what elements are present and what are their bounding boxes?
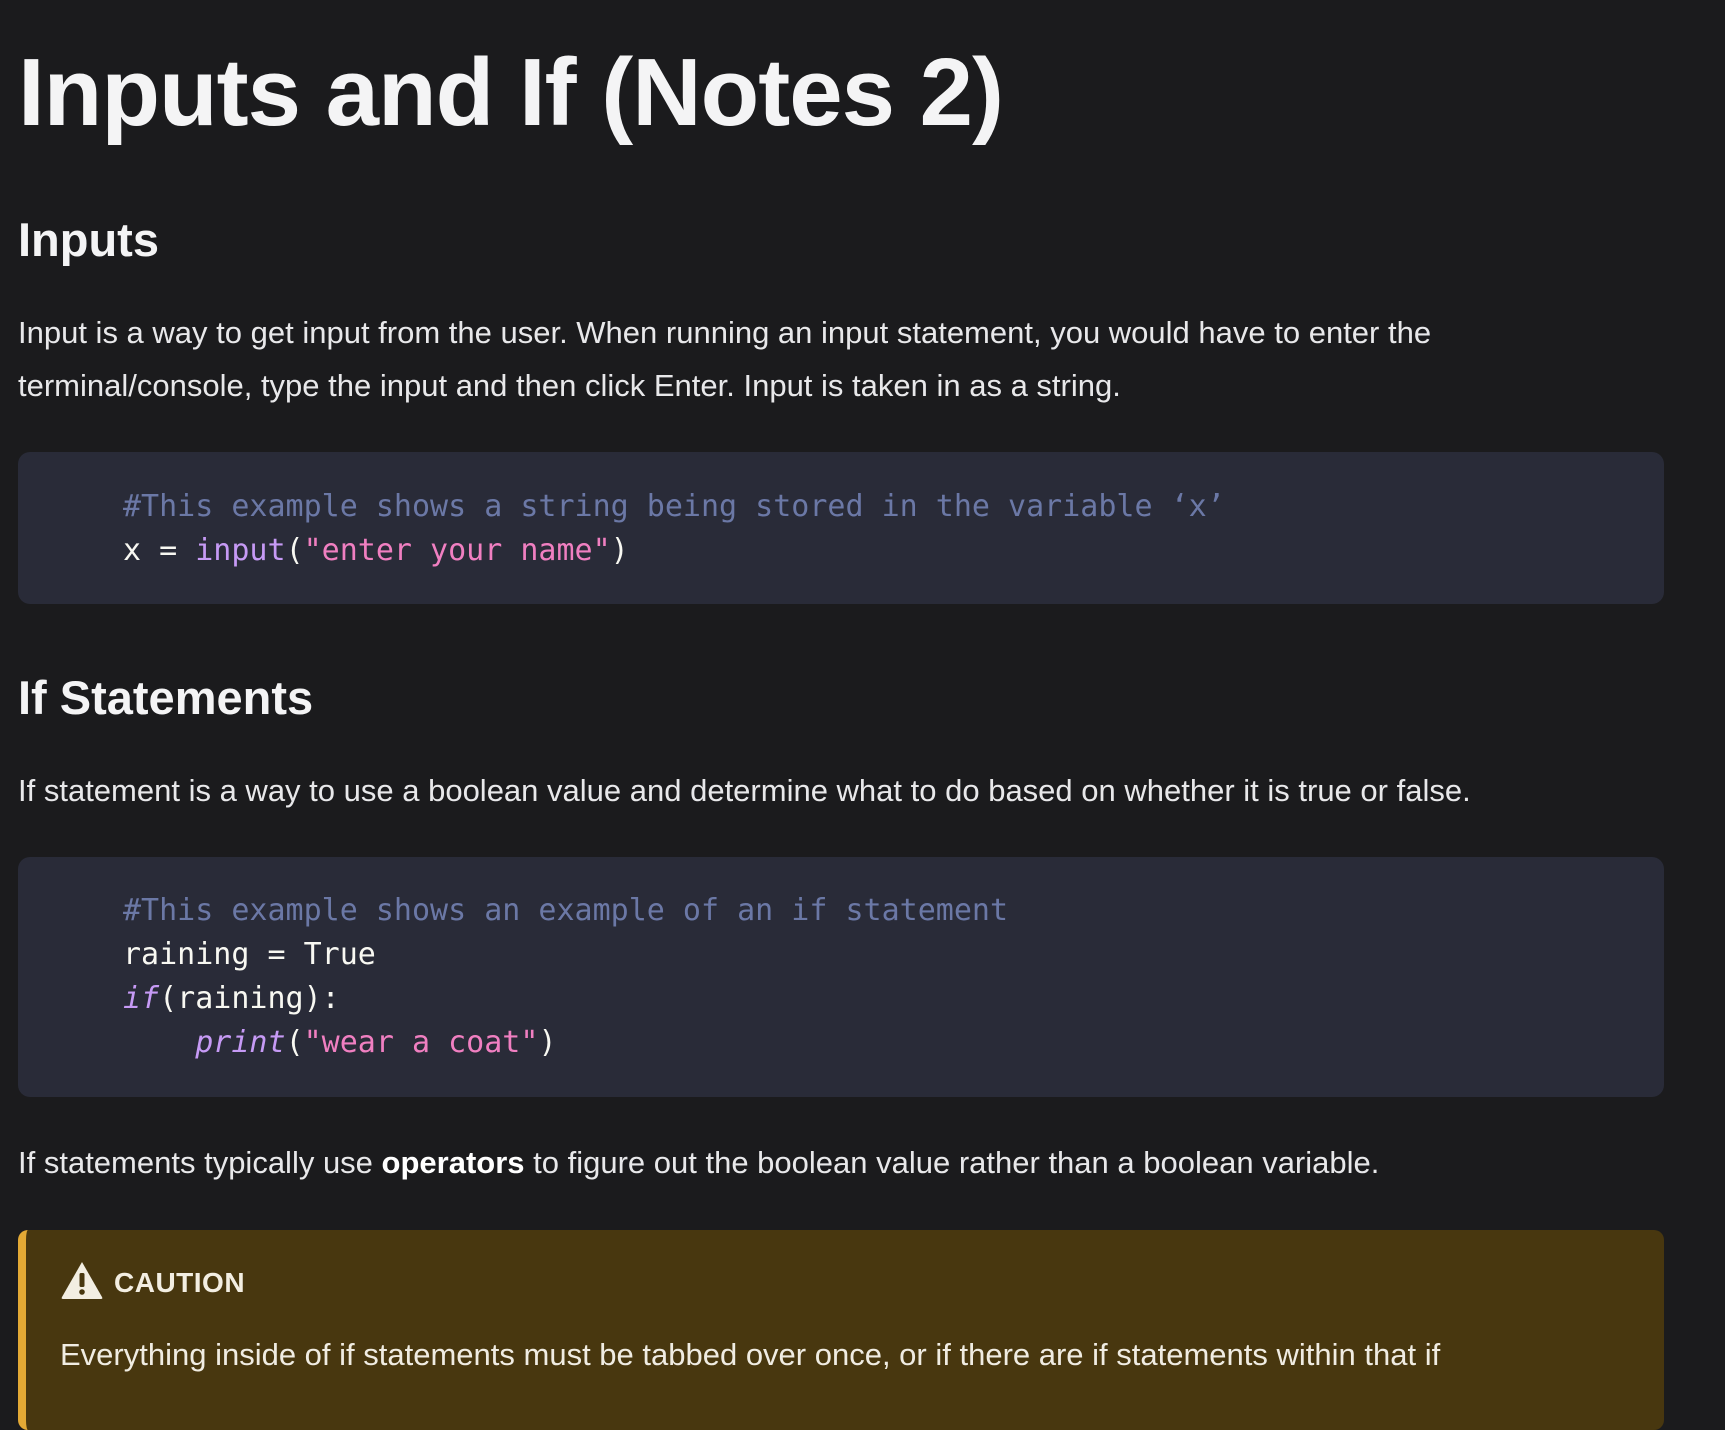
operators-paragraph: If statements typically use operators to…	[18, 1136, 1618, 1189]
code-comment: #This example shows a string being store…	[123, 489, 1225, 524]
operators-suffix: to figure out the boolean value rather t…	[524, 1145, 1380, 1180]
inputs-paragraph-line-1: Input is a way to get input from the use…	[18, 315, 1432, 350]
if-statements-heading: If Statements	[18, 671, 314, 724]
code-paren: (	[285, 1025, 304, 1060]
code-line: print("wear a coat")	[123, 1021, 1664, 1065]
code-line: #This example shows an example of an if …	[123, 889, 1664, 933]
code-function: input	[195, 533, 286, 568]
code-line: #This example shows a string being store…	[123, 485, 1664, 529]
inputs-code-block[interactable]: #This example shows a string being store…	[18, 452, 1664, 604]
code-paren: )	[538, 1025, 557, 1060]
caution-title: CAUTION	[114, 1266, 246, 1298]
code-line: x = input("enter your name")	[123, 529, 1664, 573]
inputs-heading: Inputs	[18, 213, 159, 266]
caution-body: Everything inside of if statements must …	[60, 1337, 1441, 1372]
code-comment: #This example shows an example of an if …	[123, 893, 1009, 928]
code-assign: x =	[123, 533, 196, 568]
if-paragraph: If statement is a way to use a boolean v…	[18, 773, 1471, 808]
caution-header: CAUTION	[60, 1260, 245, 1305]
inputs-paragraph: Input is a way to get input from the use…	[18, 306, 1618, 412]
if-code-block[interactable]: #This example shows an example of an if …	[18, 857, 1664, 1097]
code-condition: (raining):	[159, 981, 340, 1016]
operators-bold-text: operators	[381, 1145, 525, 1180]
code-string: "enter your name"	[303, 533, 611, 568]
code-line: if(raining):	[123, 977, 1664, 1021]
code-assign: raining = True	[123, 937, 376, 972]
operators-prefix: If statements typically use	[18, 1145, 382, 1180]
page-title: Inputs and If (Notes 2)	[18, 39, 1004, 146]
code-keyword: if	[123, 981, 160, 1016]
inputs-paragraph-line-2: terminal/console, type the input and the…	[18, 368, 1121, 403]
code-string: "wear a coat"	[303, 1025, 539, 1060]
code-paren: )	[610, 533, 629, 568]
code-paren: (	[285, 533, 304, 568]
code-function: print	[195, 1025, 286, 1060]
caution-admonition: CAUTION Everything inside of if statemen…	[18, 1230, 1664, 1430]
code-line: raining = True	[123, 933, 1664, 977]
warning-triangle-icon	[60, 1260, 104, 1305]
